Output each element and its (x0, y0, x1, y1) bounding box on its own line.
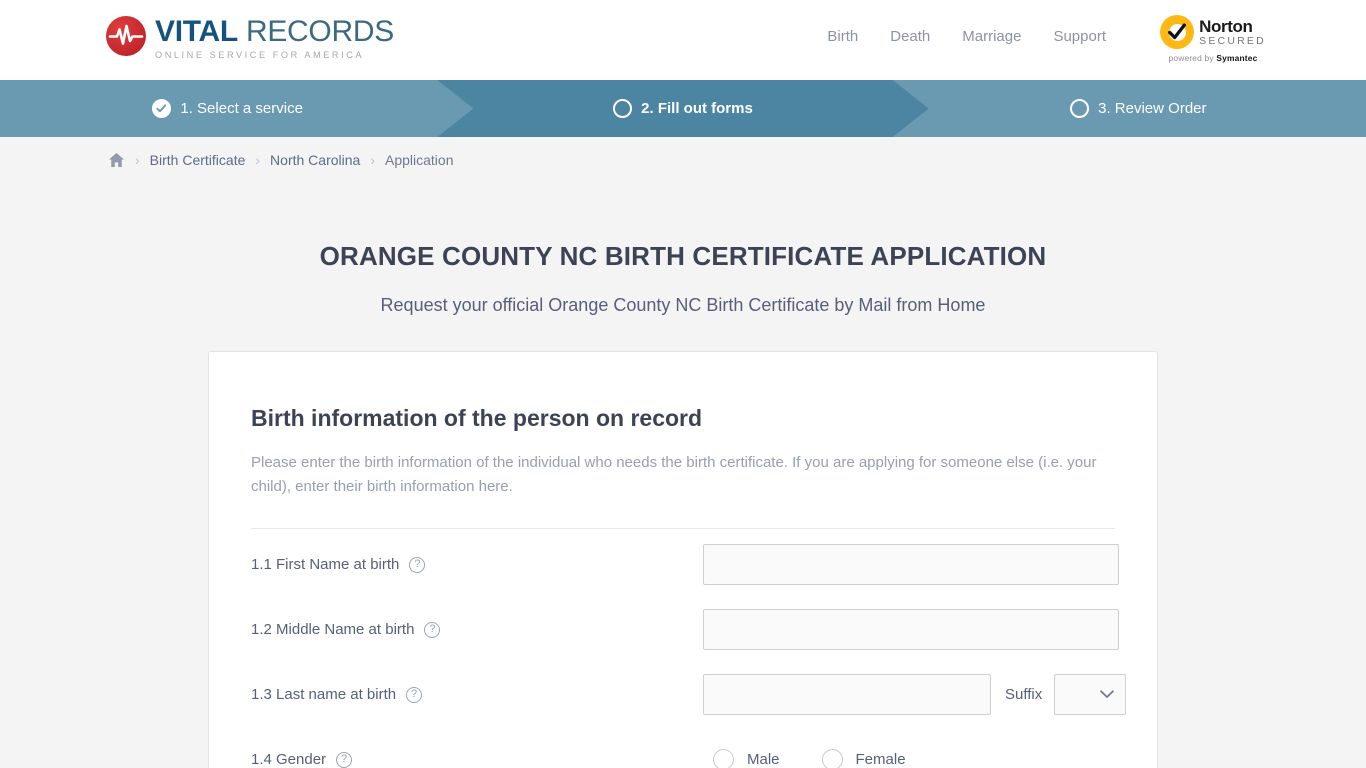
nav-item-death[interactable]: Death (890, 28, 930, 45)
heartbeat-pulse-circle-icon (106, 16, 146, 56)
circle-outline-icon (613, 99, 633, 118)
home-icon[interactable] (108, 152, 125, 168)
check-circle-icon (152, 99, 172, 118)
question-mark-circle-icon[interactable]: ? (406, 686, 423, 703)
breadcrumb-item-birth-certificate[interactable]: Birth Certificate (150, 152, 246, 168)
nav-item-marriage[interactable]: Marriage (962, 28, 1021, 45)
site-logo[interactable]: VITAL RECORDS ONLINE SERVICE FOR AMERICA (106, 15, 394, 60)
logo-title-primary: VITAL (155, 15, 238, 48)
gender-label: 1.4 Gender (251, 751, 327, 768)
main-navigation: Birth Death Marriage Support (827, 28, 1106, 45)
form-section-description: Please enter the birth information of th… (251, 454, 1097, 495)
question-mark-circle-icon[interactable]: ? (424, 621, 441, 638)
breadcrumb-separator: › (255, 152, 261, 168)
suffix-select[interactable] (1054, 674, 1127, 715)
site-header: VITAL RECORDS ONLINE SERVICE FOR AMERICA… (0, 0, 1366, 80)
suffix-label: Suffix (1005, 686, 1043, 703)
logo-title: VITAL RECORDS (155, 17, 394, 47)
question-mark-circle-icon[interactable]: ? (409, 556, 426, 573)
page-title: ORANGE COUNTY NC BIRTH CERTIFICATE APPLI… (319, 241, 1047, 271)
form-section-title: Birth information of the person on recor… (251, 405, 703, 431)
step-2-label: 2. Fill out forms (641, 100, 753, 117)
step-3-label: 3. Review Order (1098, 100, 1207, 117)
middle-name-label: 1.2 Middle Name at birth (251, 621, 415, 638)
step-1-label: 1. Select a service (180, 100, 303, 117)
logo-tagline: ONLINE SERVICE FOR AMERICA (155, 50, 365, 60)
breadcrumb-separator: › (135, 152, 140, 168)
progress-steps-bar: 1. Select a service 2. Fill out forms 3.… (0, 80, 1366, 137)
form-row-gender: 1.4 Gender ? Male Female (251, 724, 1115, 768)
form-row-first-name: 1.1 First Name at birth ? (251, 529, 1119, 594)
norton-check-icon (1160, 15, 1195, 49)
form-row-last-name: 1.3 Last name at birth ? Suffix (251, 659, 1127, 724)
nav-item-support[interactable]: Support (1053, 28, 1106, 45)
breadcrumb-item-application: Application (384, 152, 454, 168)
symantec-brand-label: Symantec (1216, 53, 1258, 63)
middle-name-input[interactable] (703, 609, 1119, 650)
step-review-order[interactable]: 3. Review Order (911, 80, 1366, 137)
question-mark-circle-icon[interactable]: ? (336, 751, 353, 768)
step-fill-out-forms[interactable]: 2. Fill out forms (455, 80, 910, 137)
gender-male-label: Male (747, 751, 780, 768)
powered-by-prefix: powered by (1168, 53, 1217, 63)
nav-item-birth[interactable]: Birth (827, 28, 858, 45)
gender-option-female[interactable]: Female (821, 749, 906, 768)
breadcrumb-separator: › (370, 152, 375, 168)
norton-secured-label: SECURED (1199, 34, 1266, 47)
gender-option-male[interactable]: Male (713, 749, 780, 768)
logo-title-secondary: RECORDS (245, 15, 394, 48)
form-row-middle-name: 1.2 Middle Name at birth ? (251, 594, 1119, 659)
last-name-input[interactable] (703, 674, 991, 715)
breadcrumb: › Birth Certificate › North Carolina › A… (0, 137, 1366, 183)
first-name-input[interactable] (703, 544, 1119, 585)
norton-secured-badge[interactable]: Norton SECURED powered by Symantec (1154, 8, 1272, 70)
norton-powered-by-label: powered by Symantec (1169, 53, 1258, 63)
gender-label-group: 1.4 Gender ? (251, 751, 703, 768)
gender-female-label: Female (855, 751, 906, 768)
first-name-label-group: 1.1 First Name at birth ? (251, 556, 703, 573)
last-name-label-group: 1.3 Last name at birth ? (251, 686, 703, 703)
circle-outline-icon (1070, 99, 1090, 118)
last-name-label: 1.3 Last name at birth (251, 686, 397, 703)
radio-circle-icon[interactable] (713, 749, 734, 768)
step-select-a-service[interactable]: 1. Select a service (0, 80, 455, 137)
application-form-card: Birth information of the person on recor… (208, 351, 1158, 768)
middle-name-label-group: 1.2 Middle Name at birth ? (251, 621, 703, 638)
breadcrumb-item-north-carolina[interactable]: North Carolina (270, 152, 360, 168)
page-subtitle: Request your official Orange County NC B… (380, 295, 986, 315)
norton-brand-label: Norton (1199, 16, 1253, 36)
first-name-label: 1.1 First Name at birth (251, 556, 400, 573)
radio-circle-icon[interactable] (821, 749, 843, 768)
